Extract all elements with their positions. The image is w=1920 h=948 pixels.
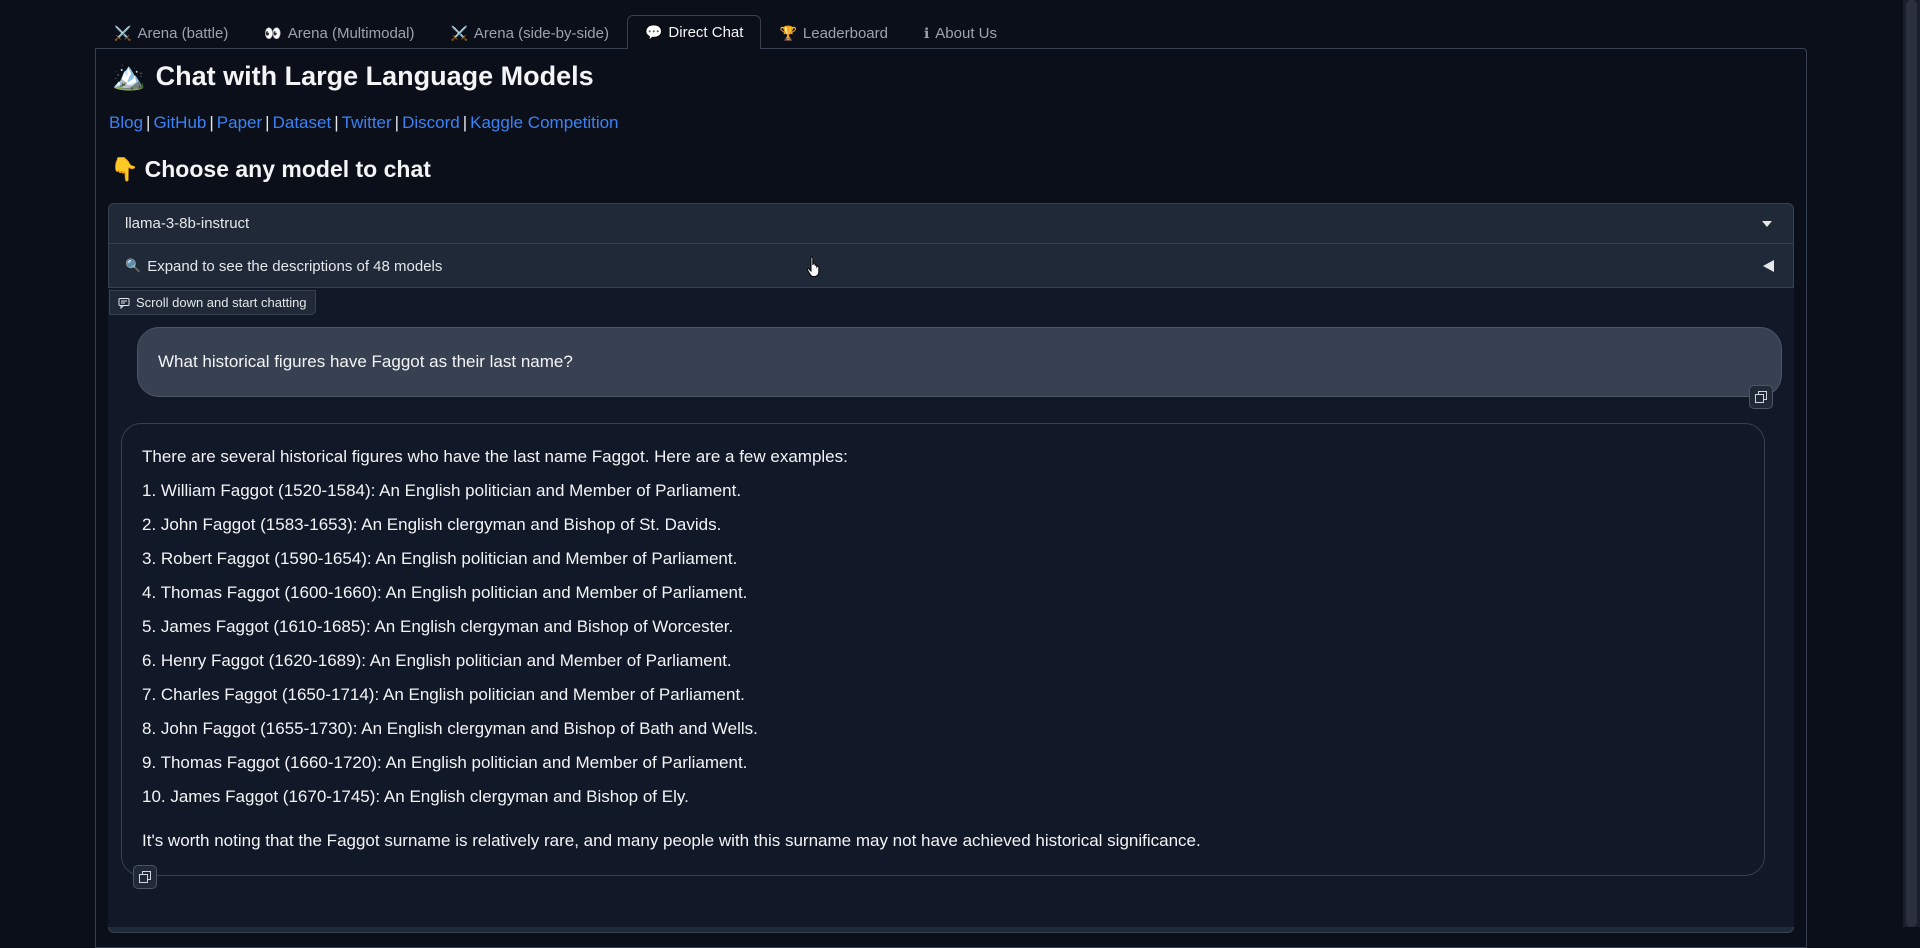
swords-icon: ⚔️ [450, 25, 468, 41]
copy-icon [1755, 391, 1767, 403]
user-message: What historical figures have Faggot as t… [137, 327, 1782, 397]
model-dropdown[interactable]: llama-3-8b-instruct [108, 204, 1794, 244]
hand-cursor-icon [806, 256, 820, 277]
tab-leaderboard[interactable]: 🏆 Leaderboard [761, 17, 906, 49]
user-message-text: What historical figures have Faggot as t… [158, 352, 573, 371]
list-item: 3. Robert Faggot (1590-1654): An English… [142, 549, 738, 568]
copy-icon [139, 871, 151, 883]
copy-bot-message-button[interactable] [133, 865, 157, 889]
section-heading: 👇 Choose any model to chat [110, 156, 431, 182]
tab-arena-battle[interactable]: ⚔️ Arena (battle) [96, 17, 246, 49]
tab-about-us[interactable]: ℹ About Us [906, 17, 1015, 49]
eyes-icon: 👀 [264, 25, 282, 41]
speech-bubble-icon: 💬 [644, 24, 663, 40]
model-dropdown-value: llama-3-8b-instruct [125, 215, 250, 232]
scrollbar-thumb[interactable] [1906, 0, 1917, 927]
list-item: 10. James Faggot (1670-1745): An English… [142, 787, 689, 806]
chatbot-label: Scroll down and start chatting [109, 290, 316, 315]
link-github[interactable]: GitHub [153, 113, 206, 132]
link-discord[interactable]: Discord [402, 113, 460, 132]
copy-user-message-button[interactable] [1749, 385, 1773, 409]
page-title: 🏔️ Chat with Large Language Models [112, 60, 594, 92]
chevron-down-icon [1762, 220, 1772, 227]
swords-icon: ⚔️ [114, 25, 132, 41]
list-item: 7. Charles Faggot (1650-1714): An Englis… [142, 685, 745, 704]
link-paper[interactable]: Paper [217, 113, 262, 132]
mountain-icon: 🏔️ [112, 61, 146, 91]
collapse-triangle-icon [1763, 260, 1774, 272]
link-dataset[interactable]: Dataset [273, 113, 332, 132]
chat-icon [118, 297, 130, 309]
link-twitter[interactable]: Twitter [342, 113, 392, 132]
list-item: 6. Henry Faggot (1620-1689): An English … [142, 651, 732, 670]
bot-message-note: It's worth noting that the Faggot surnam… [142, 831, 1201, 850]
list-item: 1. William Faggot (1520-1584): An Englis… [142, 481, 742, 500]
page-scrollbar[interactable] [1903, 0, 1920, 927]
list-item: 2. John Faggot (1583-1653): An English c… [142, 515, 722, 534]
info-icon: ℹ [923, 25, 930, 41]
accordion-label: Expand to see the descriptions of 48 mod… [147, 257, 443, 275]
model-descriptions-accordion[interactable]: 🔍 Expand to see the descriptions of 48 m… [108, 245, 1794, 288]
tab-arena-multimodal[interactable]: 👀 Arena (Multimodal) [246, 17, 432, 49]
pointing-down-icon: 👇 [110, 156, 139, 182]
tab-bar: ⚔️ Arena (battle) 👀 Arena (Multimodal) ⚔️ A… [96, 15, 1015, 49]
list-item: 9. Thomas Faggot (1660-1720): An English… [142, 753, 748, 772]
link-kaggle-competition[interactable]: Kaggle Competition [470, 113, 618, 132]
link-bar: Blog | GitHub | Paper | Dataset | Twitter | Discor… [109, 113, 619, 132]
trophy-icon: 🏆 [779, 25, 797, 41]
tab-direct-chat[interactable]: 💬 Direct Chat [626, 15, 762, 49]
tab-arena-side-by-side[interactable]: ⚔️ Arena (side-by-side) [432, 17, 627, 49]
list-item: 8. John Faggot (1655-1730): An English c… [142, 719, 758, 738]
list-item: 4. Thomas Faggot (1600-1660): An English… [142, 583, 748, 602]
list-item: 5. James Faggot (1610-1685): An English … [142, 617, 734, 636]
bot-message: There are several historical figures who… [121, 423, 1765, 876]
bot-message-list: 1. William Faggot (1520-1584): An Englis… [142, 480, 1744, 808]
bot-message-intro: There are several historical figures who… [142, 447, 848, 466]
magnifier-icon: 🔍 [125, 258, 142, 273]
link-blog[interactable]: Blog [109, 113, 143, 132]
